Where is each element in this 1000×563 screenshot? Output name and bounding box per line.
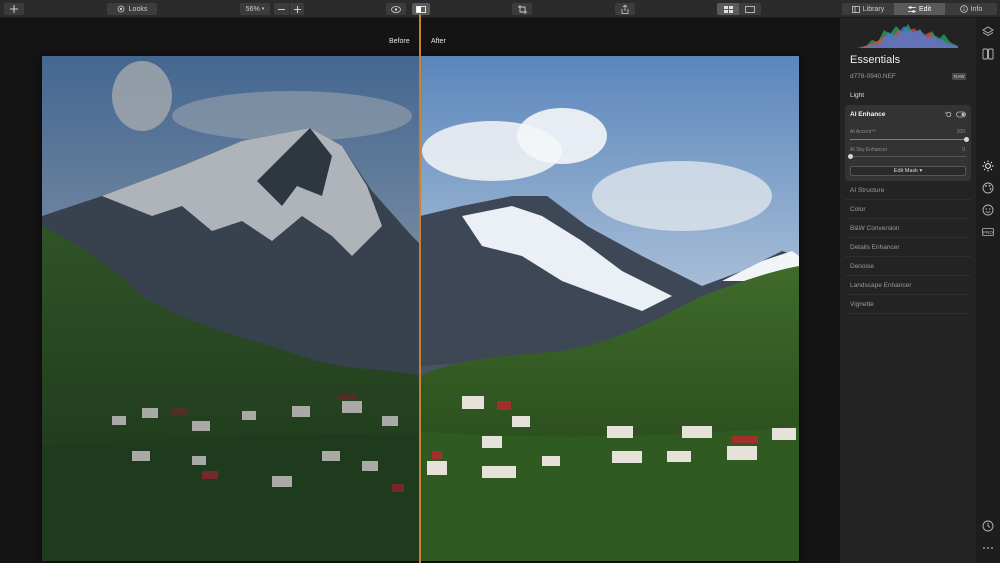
svg-text:PRO: PRO: [983, 230, 993, 235]
chevron-down-icon: ▾: [261, 6, 265, 12]
creative-palette-icon[interactable]: [982, 182, 994, 194]
tab-library[interactable]: Library: [842, 3, 894, 15]
tool-item[interactable]: Denoise: [845, 257, 971, 276]
tab-edit[interactable]: Edit: [894, 3, 945, 15]
section-light[interactable]: Light: [850, 92, 864, 99]
compare-split-handle[interactable]: [419, 14, 421, 563]
top-toolbar: Looks 56% ▾ Library Edit Info: [0, 0, 1000, 18]
tool-item[interactable]: B&W Conversion: [845, 219, 971, 238]
minus-icon: [278, 8, 285, 10]
ai-accent-label: AI Accent™: [850, 129, 877, 135]
compare-button[interactable]: [412, 3, 430, 15]
single-image-icon: [745, 5, 755, 13]
histogram: [858, 24, 958, 48]
crop-button[interactable]: [512, 3, 532, 15]
ai-sky-slider[interactable]: [847, 154, 966, 159]
ai-accent-slider[interactable]: [850, 137, 969, 142]
plus-icon: [293, 5, 301, 13]
sliders-icon: [907, 5, 916, 13]
edit-panel: Essentials d778-0940.NEF RAW Light AI En…: [840, 18, 976, 563]
share-icon: [621, 4, 629, 14]
layers-icon[interactable]: [982, 26, 994, 38]
grid-view-button[interactable]: [717, 3, 739, 15]
zoom-out-button[interactable]: [274, 3, 289, 15]
ai-sky-value: 0: [962, 147, 965, 153]
plus-icon: [10, 5, 18, 13]
reset-icon[interactable]: [945, 111, 952, 118]
grid-icon: [723, 5, 733, 13]
tab-info[interactable]: Info: [945, 3, 997, 15]
looks-label: Looks: [128, 5, 148, 13]
library-icon: [851, 5, 860, 13]
portrait-face-icon[interactable]: [982, 204, 994, 216]
view-mode-toggle: [717, 3, 761, 15]
eye-icon: [391, 5, 401, 13]
tool-item[interactable]: Color: [845, 200, 971, 219]
ai-enhance-title[interactable]: AI Enhance: [850, 111, 885, 118]
tool-list: AI Structure Color B&W Conversion Details E…: [845, 181, 971, 314]
preview-button[interactable]: [386, 3, 406, 15]
toggle-icon[interactable]: [956, 111, 966, 118]
raw-badge: RAW: [952, 73, 967, 80]
history-clock-icon[interactable]: [982, 520, 994, 532]
crop-icon: [517, 4, 527, 14]
ai-accent-value: 100: [956, 129, 965, 135]
split-view-icon: [416, 5, 426, 13]
ai-sky-knob[interactable]: [847, 154, 853, 159]
panel-title: Essentials: [850, 54, 901, 66]
tool-item[interactable]: AI Structure: [845, 181, 971, 200]
essentials-sun-icon[interactable]: [982, 160, 994, 172]
before-label: Before: [389, 38, 410, 45]
tool-item[interactable]: Vignette: [845, 295, 971, 314]
ai-enhance-tool: AI Enhance AI Accent™ 100 AI Sky Enhance…: [845, 105, 971, 181]
zoom-value: 56%: [245, 5, 260, 13]
looks-button[interactable]: Looks: [107, 3, 157, 15]
ai-accent-fill: [850, 139, 966, 140]
tab-info-label: Info: [970, 5, 983, 13]
after-label: After: [431, 38, 446, 45]
edit-mask-button[interactable]: Edit Mask ▾: [850, 166, 966, 176]
looks-icon: [117, 5, 125, 13]
share-button[interactable]: [615, 3, 635, 15]
zoom-stepper: [274, 3, 304, 15]
tab-edit-label: Edit: [918, 5, 932, 13]
file-name: d778-0940.NEF: [850, 73, 896, 80]
zoom-in-button[interactable]: [289, 3, 304, 15]
ai-sky-label: AI Sky Enhancer: [850, 147, 888, 153]
zoom-select[interactable]: 56% ▾: [240, 3, 270, 15]
info-icon: [959, 5, 968, 13]
more-options-icon[interactable]: [982, 542, 994, 554]
canvas-icon[interactable]: [982, 48, 994, 60]
ai-accent-knob[interactable]: [963, 137, 969, 142]
single-view-button[interactable]: [739, 3, 761, 15]
add-button[interactable]: [4, 3, 24, 15]
mode-tabs: Library Edit Info: [842, 3, 997, 15]
pro-tools-icon[interactable]: PRO: [982, 226, 994, 238]
tool-category-strip: PRO: [976, 18, 1000, 563]
tool-item[interactable]: Details Enhancer: [845, 238, 971, 257]
tab-library-label: Library: [862, 5, 885, 13]
tool-item[interactable]: Landscape Enhancer: [845, 276, 971, 295]
